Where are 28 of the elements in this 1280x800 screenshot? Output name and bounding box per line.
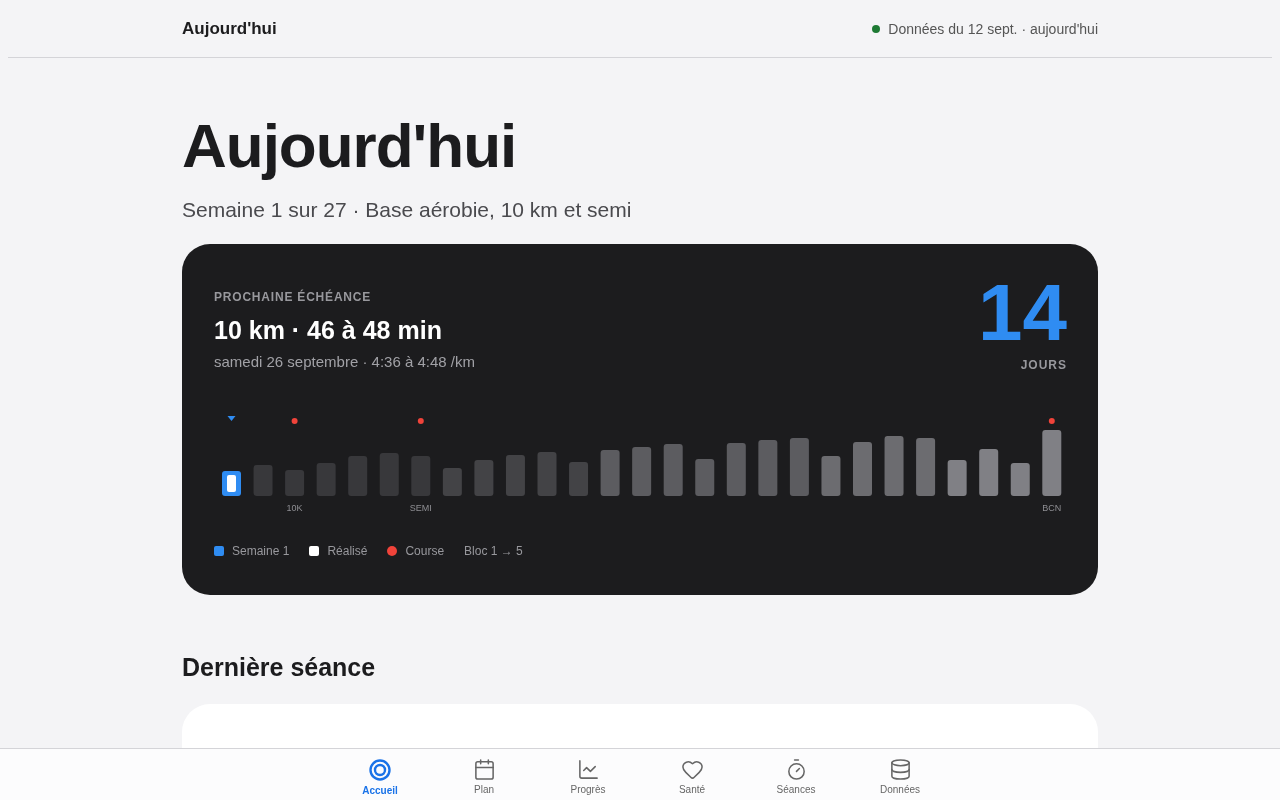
section-heading: Dernière séance [182,653,377,682]
legend-label: Réalisé [327,544,368,558]
status-text: Données du 12 sept. · aujourd'hui [888,20,1098,37]
tab-bar-item[interactable]: Séances [744,758,848,795]
heart-icon [680,758,704,781]
tab-bar-item[interactable]: Accueil [328,758,432,796]
tab-bar-item[interactable]: Plan [432,758,536,795]
line-chart-icon [576,758,600,781]
deadline-detail: samedi 26 septembre · 4:36 à 4:48 /km [214,353,475,370]
ring-icon [368,758,392,782]
race-label: SEMI [409,503,432,513]
legend-label: Bloc 1 → 5 [464,544,523,558]
days-count: 14 [978,272,1067,354]
tab-bar-item[interactable]: Données [848,758,952,795]
tab-bar-item[interactable]: Santé [640,758,744,795]
calendar-icon [472,758,496,781]
legend-label: Semaine 1 [232,544,290,558]
legend-label: Course [405,544,445,558]
page-subtitle: Semaine 1 sur 27 · Base aérobie, 10 km et semi [182,198,633,222]
tab-bar-item[interactable]: Progrès [536,758,640,795]
page-title: Aujourd'hui [182,110,518,182]
deadline-eyebrow: PROCHAINE ÉCHÉANCE [214,290,373,304]
database-icon [888,758,912,781]
days-unit: JOURS [1020,358,1067,372]
header-title: Aujourd'hui [182,18,277,39]
race-label: 10K [286,503,303,513]
race-label: BCN [1042,503,1062,513]
deadline-title: 10 km · 46 à 48 min [214,316,443,345]
